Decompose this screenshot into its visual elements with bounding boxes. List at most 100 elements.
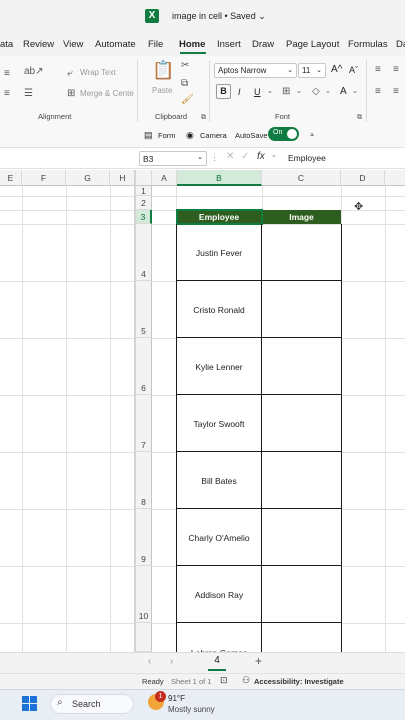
left-align-icon[interactable]: ≡ [375,86,381,98]
table-row[interactable]: Taylor Swooft [177,395,341,452]
align-icon[interactable]: ≡ [4,88,10,100]
column-header-b[interactable]: B [177,170,262,186]
orientation-icon[interactable]: ab↗ [24,66,44,78]
tab-draw[interactable]: Draw [252,39,274,50]
accessibility-status[interactable]: Accessibility: Investigate [254,677,344,686]
macro-icon[interactable]: ⊡ [220,675,228,686]
column-header-g[interactable]: G [66,170,110,186]
autosave-toggle[interactable]: On [268,127,299,141]
merge-center-button[interactable]: Merge & Cente [80,89,134,98]
name-box[interactable]: B3 ⌄ [139,151,207,166]
center-align-icon[interactable]: ≡ [393,86,399,98]
table-row[interactable]: Bill Bates [177,452,341,509]
column-header-c[interactable]: C [262,170,341,186]
row-header-8[interactable]: 8 [136,452,152,509]
camera-button[interactable]: Camera [200,131,227,140]
align-right-icon[interactable]: ☰ [24,88,33,100]
row-header-9[interactable]: 9 [136,509,152,566]
format-painter-icon[interactable]: 🖌 [181,94,194,106]
windows-start-icon[interactable] [22,696,38,712]
row-header-3[interactable]: 3 [136,210,152,224]
employee-cell[interactable]: Charly O'Amelio [177,509,262,566]
chevron-down-icon[interactable]: ⌄ [271,151,277,159]
tab-data[interactable]: ata [0,39,13,50]
fill-color-icon[interactable]: ◇ [312,86,320,98]
cancel-icon[interactable]: ✕ [226,151,234,162]
row-header-10[interactable]: 10 [136,566,152,623]
chevron-down-icon[interactable]: ⌄ [267,86,273,98]
font-name-select[interactable]: Aptos Narrow ⌄ [214,63,297,78]
customize-toolbar-icon[interactable]: ⩡ [310,130,314,140]
middle-align-icon[interactable]: ≡ [393,64,399,76]
paste-button[interactable]: Paste [152,86,172,95]
column-header-e-partial[interactable] [385,170,405,186]
select-all-corner[interactable] [136,170,152,186]
bold-button[interactable]: B [216,84,231,99]
tab-page-layout[interactable]: Page Layout [286,39,339,50]
decrease-font-icon[interactable]: Aˇ [349,64,358,76]
row-header-4[interactable]: 4 [136,224,152,281]
chevron-down-icon[interactable]: ⌄ [296,86,302,98]
column-header-f[interactable]: F [22,170,66,186]
employee-cell[interactable]: Justin Fever [177,224,262,281]
formula-input[interactable]: Employee [288,153,326,163]
column-header-d[interactable]: D [341,170,385,186]
table-row[interactable]: Lebron Games [177,623,341,652]
function-icon[interactable]: fx [257,151,265,162]
column-header-a[interactable]: A [152,170,177,186]
borders-icon[interactable]: ⊞ [282,86,290,98]
row-header-1[interactable]: 1 [136,186,152,196]
table-row[interactable]: Charly O'Amelio [177,509,341,566]
increase-font-icon[interactable]: A^ [331,64,342,76]
clipboard-launcher-icon[interactable]: ⧉ [201,112,206,124]
column-header-e[interactable]: E [0,170,22,186]
enter-icon[interactable]: ✓ [241,151,249,162]
add-sheet-button[interactable]: + [255,654,262,668]
employee-cell[interactable]: Addison Ray [177,566,262,623]
table-row[interactable]: Cristo Ronald [177,281,341,338]
table-row[interactable]: Justin Fever [177,224,341,281]
cut-icon[interactable]: ✂ [181,60,189,72]
tab-insert[interactable]: Insert [217,39,241,50]
table-row[interactable]: Addison Ray [177,566,341,623]
form-button[interactable]: Form [158,131,176,140]
tab-data-2[interactable]: Da [396,39,405,50]
font-launcher-icon[interactable]: ⧉ [357,112,362,124]
tab-automate[interactable]: Automate [95,39,136,50]
employee-cell[interactable]: Taylor Swooft [177,395,262,452]
row-header-7[interactable]: 7 [136,395,152,452]
font-name-value: Aptos Narrow [218,66,267,75]
italic-button[interactable]: I [238,86,241,98]
employee-cell[interactable]: Lebron Games [177,623,262,652]
wrap-text-button[interactable]: Wrap Text [80,68,116,77]
tab-view[interactable]: View [63,39,83,50]
more-icon[interactable]: ⋮ [210,152,219,163]
row-header-11[interactable] [136,623,152,652]
chevron-down-icon[interactable]: ⌄ [352,86,358,98]
indent-icon[interactable]: ≡ [4,68,10,80]
employee-cell[interactable]: Bill Bates [177,452,262,509]
sheet-tab[interactable]: 4 [208,653,226,671]
font-size-select[interactable]: 11 ⌄ [298,63,326,78]
tab-home[interactable]: Home [179,39,205,50]
employee-cell[interactable]: Cristo Ronald [177,281,262,338]
row-header-2[interactable]: 2 [136,196,152,210]
underline-button[interactable]: U [254,86,261,98]
table-row[interactable]: Kylie Lenner [177,338,341,395]
row-header-5[interactable]: 5 [136,281,152,338]
next-sheet-icon[interactable]: › [170,656,173,667]
prev-sheet-icon[interactable]: ‹ [148,656,151,667]
tab-review[interactable]: Review [23,39,54,50]
row-header-6[interactable]: 6 [136,338,152,395]
paste-icon[interactable]: 📋 [152,60,174,80]
top-align-icon[interactable]: ≡ [375,64,381,76]
chevron-down-icon[interactable]: ⌄ [325,86,331,98]
document-title[interactable]: image in cell • Saved ⌄ [172,11,266,22]
tab-formulas[interactable]: Formulas [348,39,388,50]
font-color-icon[interactable]: A [340,86,347,98]
employee-cell[interactable]: Kylie Lenner [177,338,262,395]
column-header-h[interactable]: H [110,170,136,186]
tab-file[interactable]: File [148,39,163,50]
table-header-image[interactable]: Image [262,210,341,224]
copy-icon[interactable]: ⧉ [181,78,188,90]
